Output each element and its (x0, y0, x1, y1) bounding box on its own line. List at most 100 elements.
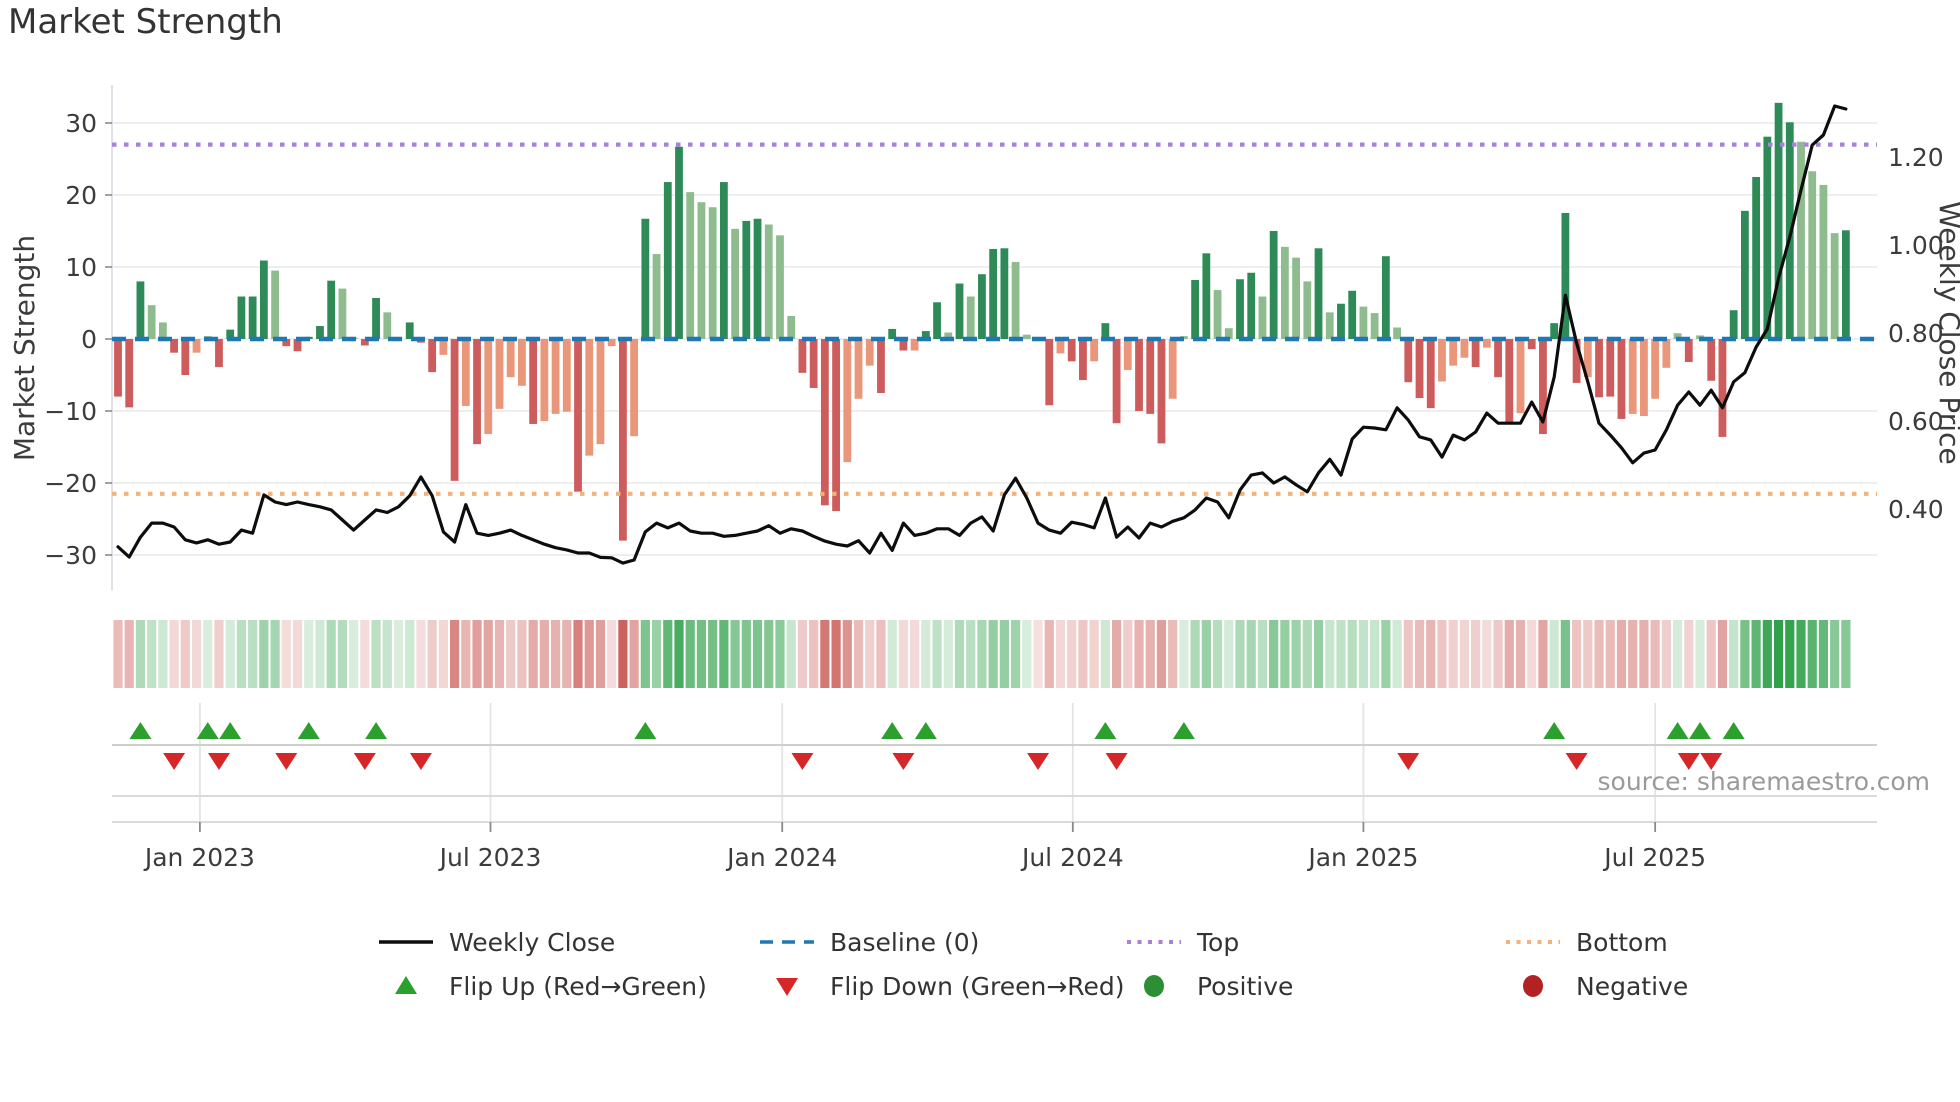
flip-up-triangle-icon (395, 976, 417, 994)
strength-bar (1471, 339, 1480, 368)
strength-bar (596, 339, 605, 445)
heatmap-cell (1482, 620, 1492, 688)
flip-down-marker (163, 753, 186, 770)
strength-bar (865, 339, 874, 366)
strength-bar (495, 339, 504, 409)
flip-up-marker (1172, 722, 1195, 739)
heatmap-cell (887, 620, 897, 688)
strength-bar (484, 339, 493, 435)
strength-bar (1482, 339, 1491, 348)
flip-up-marker (365, 722, 388, 739)
heatmap-cell (1336, 620, 1346, 688)
strength-bar (877, 339, 885, 393)
heatmap-cell (528, 620, 538, 688)
heatmap-cell (1740, 620, 1750, 688)
heatmap-cell (203, 620, 213, 688)
legend-item-baseline: Baseline (0) (758, 926, 979, 958)
heatmap-cell (1841, 620, 1851, 688)
heatmap-cell (236, 620, 247, 688)
strength-bar (1684, 339, 1693, 363)
strength-bar (1595, 339, 1603, 398)
strength-bar (1550, 323, 1559, 339)
flip-down-marker (207, 753, 230, 770)
strength-bar (1797, 141, 1805, 339)
strength-bar (259, 260, 268, 339)
heatmap-cell (360, 620, 370, 688)
heatmap-cell (1437, 620, 1447, 688)
strength-bar (764, 224, 773, 339)
heatmap-cell (1628, 620, 1638, 688)
heatmap-cell (1751, 620, 1761, 688)
strength-bar (518, 339, 526, 386)
strength-bar (1516, 339, 1525, 414)
heatmap-cell (113, 620, 123, 688)
heatmap-cell (674, 620, 684, 688)
y-tick-label-left: 10 (65, 253, 97, 282)
strength-bar (1617, 339, 1626, 419)
strength-bar (1000, 248, 1009, 339)
legend-label: Positive (1197, 971, 1294, 1001)
strength-bar (1460, 339, 1469, 358)
strength-bar (619, 339, 627, 541)
heatmap-cell (1830, 620, 1840, 688)
legend-item-negative: Negative (1504, 970, 1688, 1002)
heatmap-cell (1179, 620, 1189, 688)
flip-up-marker (1689, 722, 1712, 739)
strength-bar (731, 228, 739, 339)
heatmap-cell (1033, 620, 1043, 688)
strength-bar (1202, 253, 1211, 339)
heatmap-cell (393, 620, 404, 688)
strength-bar (1763, 136, 1772, 339)
strength-bar (1045, 339, 1054, 406)
strength-bar (1404, 339, 1413, 383)
heatmap-cell (158, 620, 168, 688)
heatmap-cell (820, 620, 830, 688)
strength-bar (697, 202, 706, 339)
heatmap-cell (921, 620, 931, 688)
heatmap-cell (1448, 620, 1458, 688)
heatmap-cell (1044, 620, 1054, 688)
heatmap-cell (584, 620, 594, 688)
flip-down-marker (1105, 753, 1128, 770)
strength-bar (1741, 210, 1749, 339)
heatmap-cell (1493, 620, 1503, 688)
heatmap-cell (910, 620, 920, 688)
strength-bar (1718, 339, 1727, 437)
heatmap-cell (663, 620, 673, 688)
heatmap-cell (1313, 620, 1324, 688)
heatmap-cell (1089, 620, 1099, 688)
heatmap-cell (607, 620, 617, 688)
heatmap-cell (517, 620, 527, 688)
heatmap-cell (1078, 620, 1088, 688)
heatmap-cell (214, 620, 224, 688)
strength-bar (1079, 339, 1087, 381)
strength-bar (1292, 257, 1300, 339)
strength-bar (832, 339, 840, 512)
flip-up-marker (219, 722, 242, 739)
heatmap-cell (786, 620, 796, 688)
strength-bar (271, 270, 279, 339)
heatmap-cell (1111, 620, 1122, 688)
heatmap-cell (1796, 620, 1806, 688)
flip-up-marker (1543, 722, 1566, 739)
heatmap-cell (1022, 620, 1032, 688)
strength-bar (1651, 339, 1660, 399)
y-tick-label-left: 30 (65, 109, 97, 138)
heatmap-cell (898, 620, 908, 688)
heatmap-cell (1527, 620, 1537, 688)
heatmap-cell (853, 620, 864, 688)
heatmap-cell (719, 620, 729, 688)
x-tick-label: Jul 2023 (438, 843, 542, 872)
strength-bar (955, 283, 964, 339)
heatmap-cell (259, 620, 269, 688)
heatmap-cell (1358, 620, 1369, 688)
strength-bar (1393, 327, 1401, 339)
strength-bar (1438, 339, 1446, 382)
heatmap-cell (416, 620, 426, 688)
strength-bar (652, 254, 661, 339)
heatmap-cell (405, 620, 415, 688)
heatmap-cell (932, 620, 942, 688)
strength-bar (1381, 256, 1390, 339)
strength-bar (854, 339, 863, 399)
heatmap-cell (326, 620, 336, 688)
